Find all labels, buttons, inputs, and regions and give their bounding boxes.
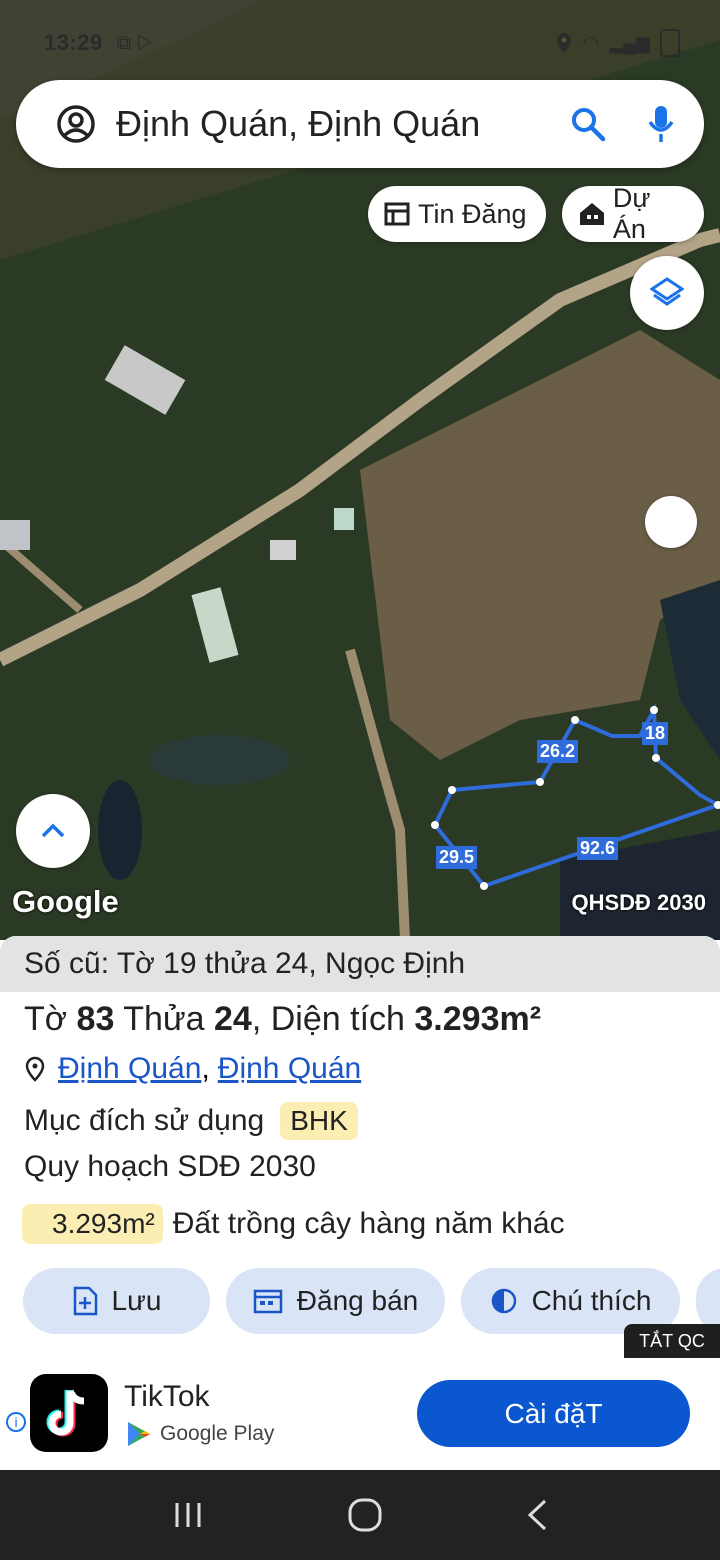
save-button-label: Lưu — [111, 1285, 162, 1316]
listings-chip[interactable]: Tin Đăng — [368, 186, 546, 242]
back-icon[interactable] — [525, 1498, 549, 1532]
ad-store-label: Google Play — [160, 1422, 275, 1445]
add-document-icon — [73, 1286, 97, 1316]
contrast-icon — [491, 1288, 516, 1314]
system-nav-bar — [0, 1470, 720, 1560]
calendar-icon — [253, 1289, 283, 1314]
legend-button-label: Chú thích — [531, 1285, 652, 1316]
edge-length-label: 18 — [642, 722, 669, 745]
signal-icon: ▂▄▆ — [609, 32, 650, 53]
location-pin-icon — [25, 1056, 45, 1082]
building-icon — [580, 203, 604, 225]
search-query[interactable]: Định Quán, Định Quán — [116, 103, 570, 145]
tiktok-logo — [30, 1374, 108, 1452]
status-time: 13:29 — [44, 30, 103, 55]
chevron-up-icon — [41, 823, 65, 838]
save-button[interactable]: Lưu — [23, 1268, 210, 1334]
sheet-label: Tờ — [24, 1000, 68, 1038]
post-sale-button[interactable]: Đăng bán — [226, 1268, 445, 1334]
screenshot-icon: ⧉ ▷ — [116, 31, 153, 54]
old-parcel-number: Số cũ: Tờ 19 thửa 24, Ngọc Định — [0, 936, 720, 992]
wifi-icon: ◠ — [582, 32, 600, 55]
listings-chip-label: Tin Đăng — [418, 198, 527, 229]
ad-store: Google Play — [126, 1420, 274, 1448]
google-attribution: Google — [12, 884, 119, 919]
install-button[interactable]: Cài đặT — [417, 1380, 690, 1447]
search-icon[interactable] — [570, 106, 606, 142]
area-label: Diện tích — [270, 1000, 405, 1038]
recent-apps-icon[interactable] — [171, 1500, 205, 1530]
plan-land-type: Đất trồng cây hàng năm khác — [172, 1207, 565, 1240]
location-icon — [557, 33, 572, 53]
projects-chip[interactable]: Dự Án — [562, 183, 704, 244]
parcel-address: Định Quán , Định Quán — [24, 1052, 361, 1086]
close-ad-button[interactable]: TẮT QC — [624, 1324, 720, 1358]
projects-chip-label: Dự Án — [612, 183, 651, 244]
sheet-number: 83 — [76, 1000, 115, 1038]
district-link[interactable]: Định Quán — [58, 1052, 201, 1086]
parcel-info-sheet: Số cũ: Tờ 19 thửa 24, Ngọc Định Tờ 83 Th… — [0, 936, 720, 1356]
search-bar[interactable]: Định Quán, Định Quán — [16, 80, 704, 168]
account-icon[interactable] — [56, 104, 96, 144]
post-sale-button-label: Đăng bán — [296, 1285, 419, 1316]
satellite-map[interactable]: 26.2 18 29.5 92.6 13:29 ⧉ ▷ ◠ ▂▄▆ Định Q… — [0, 0, 720, 940]
purpose-code-badge: BHK — [280, 1102, 358, 1140]
parcel-summary: Tờ 83 Thửa 24, Diện tích 3.293m² — [24, 1000, 542, 1038]
edge-length-label: 26.2 — [537, 740, 579, 763]
map-layer-label: QHSDĐ 2030 — [571, 890, 706, 915]
plan-label: Quy hoạch SDĐ 2030 — [24, 1150, 316, 1183]
microphone-icon[interactable] — [646, 104, 676, 144]
google-play-icon — [128, 1422, 150, 1446]
layers-button[interactable] — [630, 256, 704, 330]
listing-icon — [384, 202, 410, 226]
expand-sheet-button[interactable] — [16, 794, 90, 868]
plan-area-badge: 3.293m² — [22, 1204, 163, 1244]
plan-land-row: 3.293m² Đất trồng cây hàng năm khác — [22, 1204, 565, 1244]
purpose-label: Mục đích sử dụng — [24, 1104, 265, 1137]
info-icon[interactable]: i — [6, 1412, 26, 1432]
parcel-number: 24 — [214, 1000, 252, 1038]
layers-icon — [650, 277, 684, 306]
edge-length-label: 92.6 — [577, 837, 619, 860]
address-separator: , — [201, 1052, 210, 1085]
ad-app-name: TikTok — [124, 1380, 210, 1413]
map-control-button[interactable] — [645, 496, 697, 548]
area-value: 3.293m² — [414, 1000, 542, 1038]
edge-length-label: 29.5 — [436, 846, 478, 869]
province-link[interactable]: Định Quán — [218, 1052, 361, 1086]
ad-banner[interactable]: i TikTok Google Play Cài đặT — [0, 1358, 720, 1470]
home-icon[interactable] — [347, 1497, 383, 1533]
land-purpose: Mục đích sử dụng BHK — [24, 1102, 358, 1140]
parcel-label: Thửa — [123, 1000, 205, 1038]
battery-icon — [660, 29, 680, 57]
status-bar: 13:29 ⧉ ▷ ◠ ▂▄▆ — [44, 28, 680, 58]
